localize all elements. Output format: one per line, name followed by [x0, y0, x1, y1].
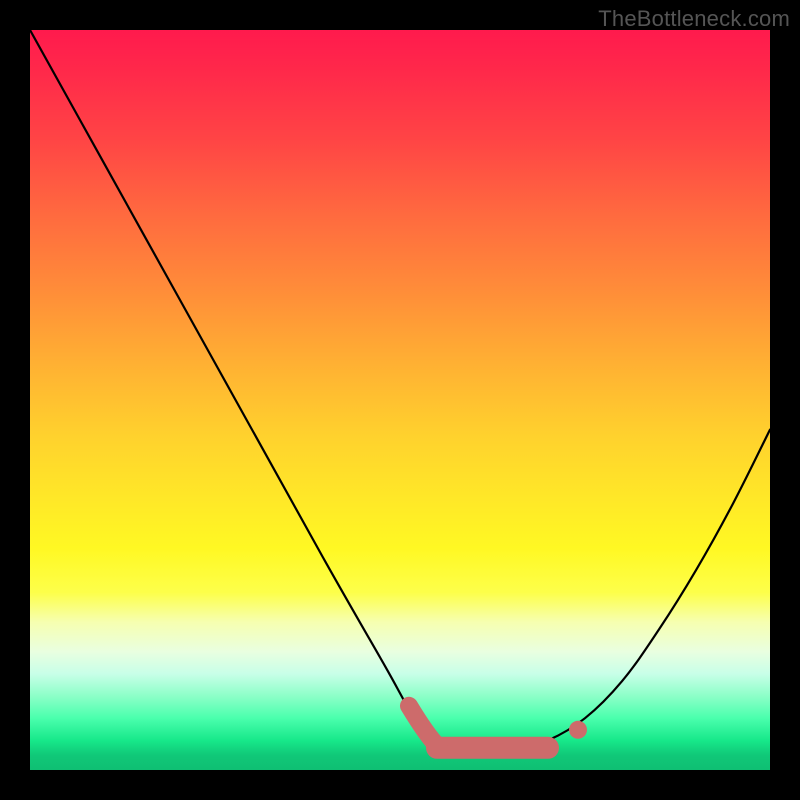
chart-plot-area	[30, 30, 770, 770]
watermark-text: TheBottleneck.com	[598, 6, 790, 32]
valley-fit-band	[409, 706, 587, 748]
bottleneck-curve-line	[30, 30, 770, 748]
chart-frame: TheBottleneck.com	[0, 0, 800, 800]
chart-svg	[30, 30, 770, 770]
